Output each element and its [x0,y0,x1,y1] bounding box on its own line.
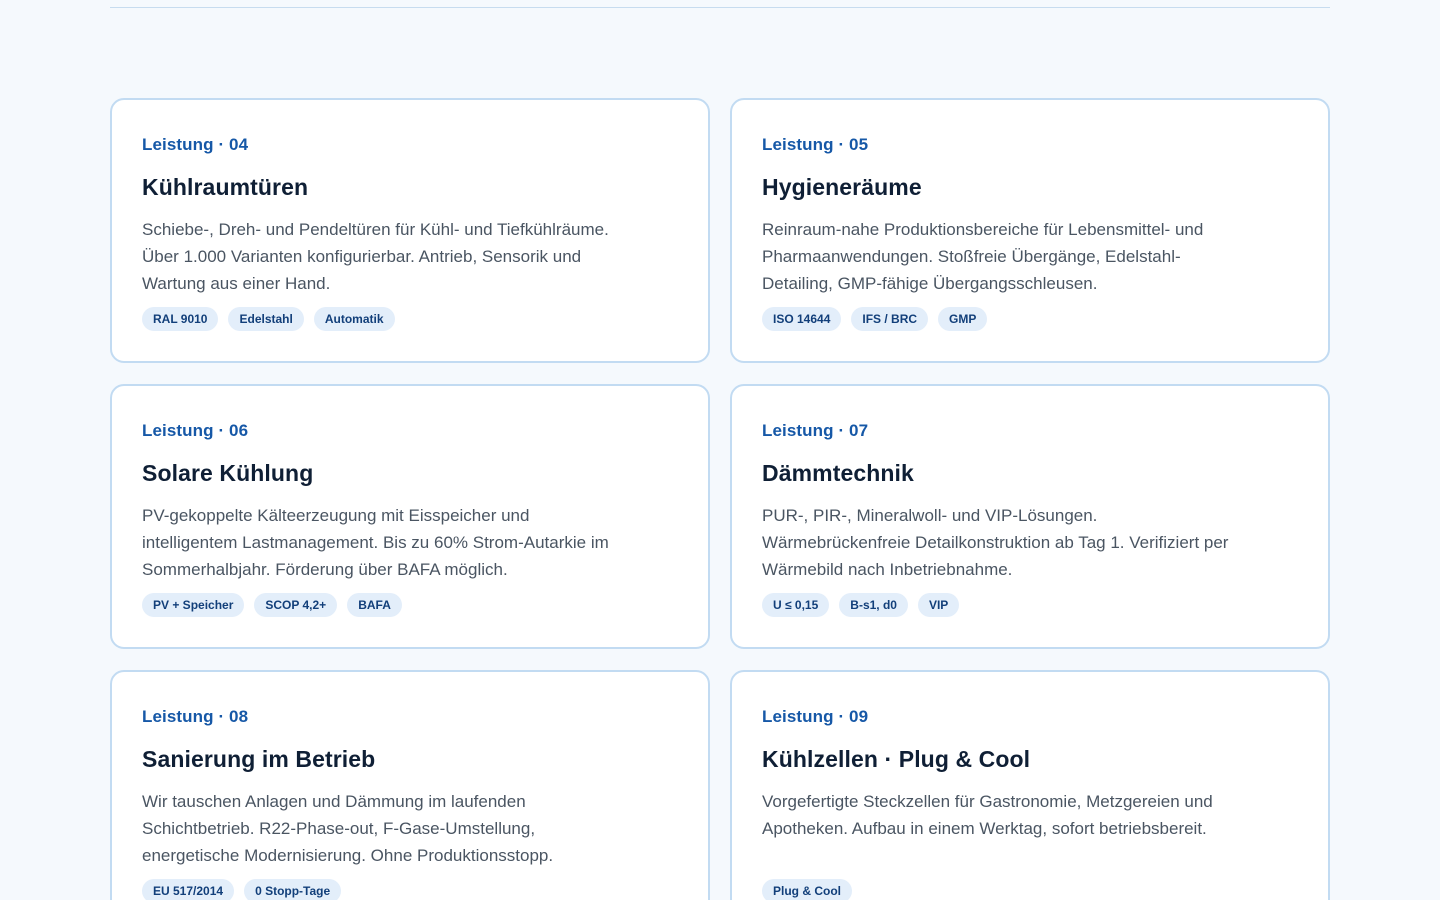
tag-list: RAL 9010 Edelstahl Automatik [142,307,395,331]
service-description: Vorgefertigte Steckzellen für Gastronomi… [762,792,1213,838]
service-kicker: Leistung · 09 [762,707,869,726]
service-card-04[interactable]: Leistung · 04 Kühlraumtüren Schiebe-, Dr… [110,98,710,363]
tag: IFS / BRC [851,307,929,331]
service-description: Schiebe-, Dreh- und Pendeltüren für Kühl… [142,220,609,293]
services-page: Leistung · 04 Kühlraumtüren Schiebe-, Dr… [0,0,1440,900]
service-kicker: Leistung · 08 [142,707,249,726]
tag-list: EU 517/2014 0 Stopp-Tage [142,879,342,900]
service-card-07[interactable]: Leistung · 07 Dämmtechnik PUR-, PIR-, Mi… [730,384,1330,649]
service-card-08[interactable]: Leistung · 08 Sanierung im Betrieb Wir t… [110,670,710,900]
service-description: Wir tauschen Anlagen und Dämmung im lauf… [142,792,554,865]
service-kicker: Leistung · 06 [142,421,249,440]
service-title: Sanierung im Betrieb [142,746,376,772]
tag: U ≤ 0,15 [762,593,830,617]
service-kicker: Leistung · 04 [142,135,249,154]
service-title: Dämmtechnik [762,460,914,486]
tag: GMP [938,307,988,331]
service-description: PUR-, PIR-, Mineralwoll- und VIP-Lösunge… [762,506,1229,579]
tag-list: ISO 14644 IFS / BRC GMP [762,307,988,331]
tag: 0 Stopp-Tage [244,879,342,900]
tag: SCOP 4,2+ [254,593,338,617]
service-kicker: Leistung · 05 [762,135,869,154]
service-title: Solare Kühlung [142,460,314,486]
service-card-09[interactable]: Leistung · 09 Kühlzellen · Plug & Cool V… [730,670,1330,900]
tag: BAFA [347,593,402,617]
service-description: Reinraum-nahe Produktionsbereiche für Le… [762,220,1204,293]
section-divider [110,7,1330,8]
tag: B-s1, d0 [839,593,908,617]
tag: Plug & Cool [762,879,852,900]
tag-list: Plug & Cool [762,879,852,900]
tag-list: PV + Speicher SCOP 4,2+ BAFA [142,593,402,617]
tag: Automatik [313,307,395,331]
service-title: Kühlraumtüren [142,174,309,200]
tag: PV + Speicher [142,593,245,617]
tag-list: U ≤ 0,15 B-s1, d0 VIP [762,593,960,617]
service-kicker: Leistung · 07 [762,421,869,440]
tag: EU 517/2014 [142,879,235,900]
tag: VIP [917,593,960,617]
tag: ISO 14644 [762,307,842,331]
service-card-05[interactable]: Leistung · 05 Hygieneräume Reinraum-nahe… [730,98,1330,363]
tag: Edelstahl [228,307,304,331]
tag: RAL 9010 [142,307,219,331]
service-title: Hygieneräume [762,174,922,200]
service-title: Kühlzellen · Plug & Cool [762,746,1031,772]
service-description: PV-gekoppelte Kälteerzeugung mit Eisspei… [142,506,609,579]
services-grid: Leistung · 04 Kühlraumtüren Schiebe-, Dr… [110,98,1330,900]
service-card-06[interactable]: Leistung · 06 Solare Kühlung PV-gekoppel… [110,384,710,649]
